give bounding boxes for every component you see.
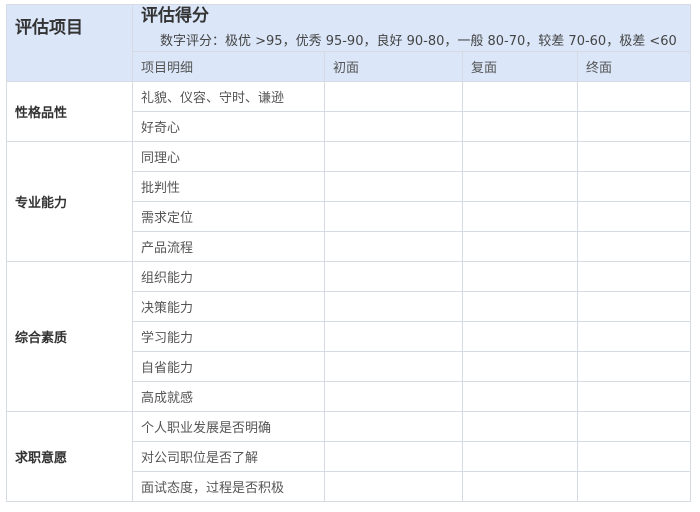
col-header-second-interview: 复面	[462, 51, 578, 82]
score-cell-final[interactable]	[576, 291, 692, 322]
item-detail-cell: 自省能力	[132, 351, 325, 382]
score-cell-final[interactable]	[576, 261, 692, 292]
item-detail-cell: 同理心	[132, 141, 325, 172]
score-cell-second[interactable]	[462, 411, 578, 442]
score-cell-second[interactable]	[462, 141, 578, 172]
score-header: 评估得分 数字评分：极优 >95，优秀 95-90，良好 90-80，一般 80…	[131, 4, 692, 52]
score-cell-second[interactable]	[462, 321, 578, 352]
col-header-detail: 项目明细	[132, 51, 325, 82]
score-cell-first[interactable]	[324, 291, 463, 322]
item-detail-cell: 礼貌、仪容、守时、谦逊	[132, 81, 325, 112]
score-cell-final[interactable]	[576, 201, 692, 232]
item-detail-cell: 好奇心	[132, 111, 325, 142]
table-row: 综合素质 组织能力	[6, 261, 692, 412]
item-detail-cell: 产品流程	[132, 231, 325, 262]
category-cell: 专业能力	[6, 141, 133, 262]
score-cell-second[interactable]	[462, 471, 578, 502]
col-header-final-interview: 终面	[576, 51, 692, 82]
item-detail-cell: 学习能力	[132, 321, 325, 352]
score-cell-final[interactable]	[576, 171, 692, 202]
score-cell-first[interactable]	[324, 471, 463, 502]
score-cell-second[interactable]	[462, 261, 578, 292]
table-row: 专业能力 同理心	[6, 141, 692, 262]
score-cell-second[interactable]	[462, 171, 578, 202]
score-cell-final[interactable]	[576, 441, 692, 472]
score-cell-second[interactable]	[462, 441, 578, 472]
score-header-title: 评估得分	[141, 6, 209, 26]
score-cell-first[interactable]	[324, 351, 463, 382]
item-detail-cell: 高成就感	[132, 381, 325, 412]
score-cell-first[interactable]	[324, 171, 463, 202]
score-cell-first[interactable]	[324, 441, 463, 472]
score-cell-first[interactable]	[324, 231, 463, 262]
score-cell-first[interactable]	[324, 81, 463, 112]
project-header-label: 评估项目	[15, 18, 83, 38]
score-cell-final[interactable]	[576, 321, 692, 352]
score-cell-second[interactable]	[462, 201, 578, 232]
item-detail-cell: 组织能力	[132, 261, 325, 292]
item-detail-cell: 批判性	[132, 171, 325, 202]
evaluation-table: 评估项目 评估得分 数字评分：极优 >95，优秀 95-90，良好 90-80，…	[6, 4, 692, 502]
score-cell-final[interactable]	[576, 381, 692, 412]
score-cell-second[interactable]	[462, 231, 578, 262]
score-cell-final[interactable]	[576, 231, 692, 262]
score-cell-first[interactable]	[324, 141, 463, 172]
item-detail-cell: 个人职业发展是否明确	[132, 411, 325, 442]
col-header-project: 评估项目	[6, 4, 133, 82]
score-cell-second[interactable]	[462, 291, 578, 322]
score-cell-final[interactable]	[576, 471, 692, 502]
score-cell-second[interactable]	[462, 111, 578, 142]
score-scale-description: 数字评分：极优 >95，优秀 95-90，良好 90-80，一般 80-70，较…	[160, 34, 677, 49]
score-cell-first[interactable]	[324, 411, 463, 442]
score-cell-final[interactable]	[576, 111, 692, 142]
category-cell: 综合素质	[6, 261, 133, 412]
score-cell-first[interactable]	[324, 321, 463, 352]
score-cell-first[interactable]	[324, 201, 463, 232]
category-cell: 求职意愿	[6, 411, 133, 502]
item-detail-cell: 需求定位	[132, 201, 325, 232]
score-cell-first[interactable]	[324, 381, 463, 412]
score-cell-final[interactable]	[576, 141, 692, 172]
category-cell: 性格品性	[6, 81, 133, 142]
score-cell-second[interactable]	[462, 351, 578, 382]
score-cell-second[interactable]	[462, 81, 578, 112]
table-row: 求职意愿 个人职业发展是否明确	[6, 411, 692, 502]
table-row: 性格品性 礼貌、仪容、守时、谦逊	[6, 81, 692, 142]
score-cell-final[interactable]	[576, 81, 692, 112]
score-cell-final[interactable]	[576, 351, 692, 382]
score-cell-first[interactable]	[324, 111, 463, 142]
item-detail-cell: 对公司职位是否了解	[132, 441, 325, 472]
item-detail-cell: 决策能力	[132, 291, 325, 322]
score-cell-second[interactable]	[462, 381, 578, 412]
col-header-first-interview: 初面	[324, 51, 463, 82]
score-cell-first[interactable]	[324, 261, 463, 292]
item-detail-cell: 面试态度，过程是否积极	[132, 471, 325, 502]
score-cell-final[interactable]	[576, 411, 692, 442]
